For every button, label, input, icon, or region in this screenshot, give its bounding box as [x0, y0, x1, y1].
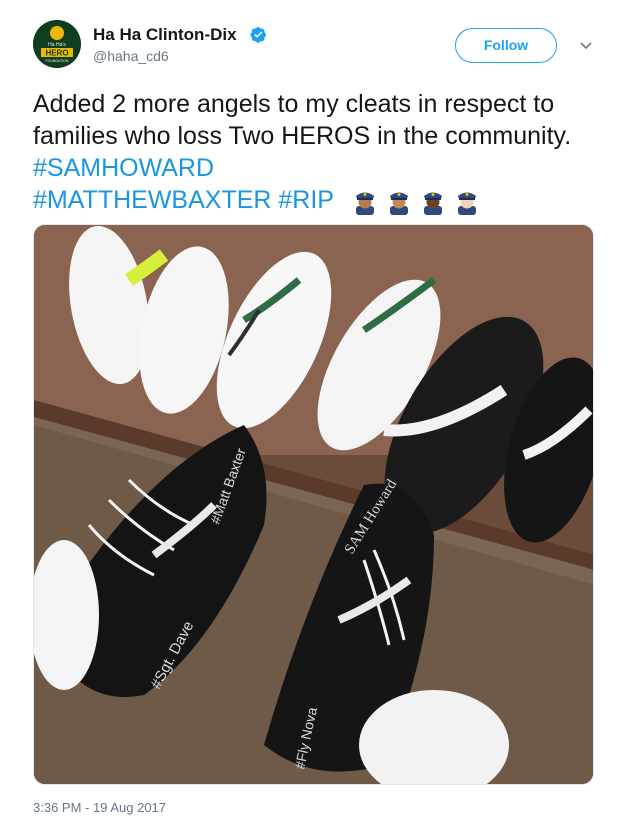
avatar-text-top: Ha Ha's: [48, 42, 66, 48]
emoji-row: [351, 185, 487, 217]
avatar[interactable]: Ha Ha's HERO FOUNDATION: [33, 20, 81, 68]
chevron-down-icon[interactable]: [578, 37, 594, 53]
tweet-card: Ha Ha's HERO FOUNDATION Ha Ha Clinton-Di…: [0, 0, 627, 821]
hashtag-samhoward[interactable]: #SAMHOWARD: [33, 154, 214, 182]
verified-badge-icon: [250, 27, 266, 43]
police-officer-emoji: [419, 187, 447, 216]
avatar-text-bottom: FOUNDATION: [46, 59, 69, 63]
avatar-text-main: HERO: [45, 49, 68, 58]
user-handle[interactable]: @haha_cd6: [93, 48, 169, 64]
hashtag-matthewbaxter[interactable]: #MATTHEWBAXTER: [33, 186, 271, 214]
police-officer-emoji: [385, 187, 413, 216]
tweet-text: Added 2 more angels to my cleats in resp…: [33, 88, 603, 217]
tweet-timestamp[interactable]: 3:36 PM - 19 Aug 2017: [33, 800, 166, 815]
display-name[interactable]: Ha Ha Clinton-Dix: [93, 25, 237, 45]
police-officer-emoji: [453, 187, 481, 216]
hashtag-rip[interactable]: #RIP: [278, 186, 333, 214]
tweet-body-text: Added 2 more angels to my cleats in resp…: [33, 90, 572, 150]
police-officer-emoji: [351, 187, 379, 216]
follow-button[interactable]: Follow: [455, 28, 557, 63]
tweet-photo[interactable]: #Matt Baxter #Sgt. Dave SAM Howard #Fly …: [33, 224, 594, 785]
